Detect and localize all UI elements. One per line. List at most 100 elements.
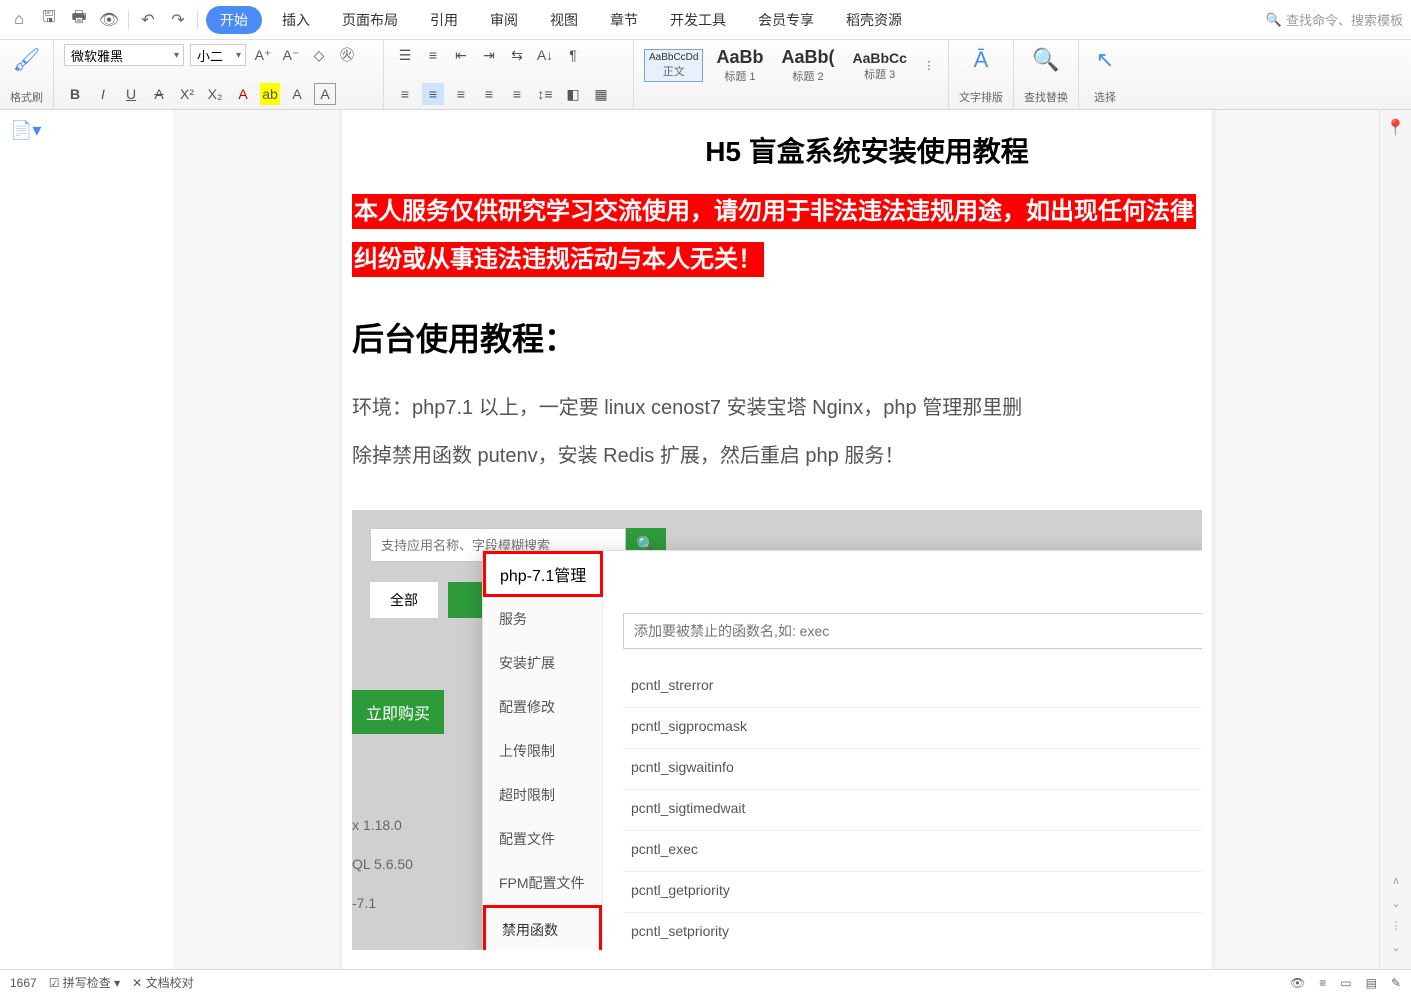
nav-config-file[interactable]: 配置文件 xyxy=(483,817,602,861)
shading-icon[interactable]: A xyxy=(286,83,308,105)
table-row: pcntl_sigtimedwait删除 xyxy=(623,790,1202,831)
fill-icon[interactable]: ◧ xyxy=(562,83,584,105)
justify-icon[interactable]: ≡ xyxy=(478,83,500,105)
bt-fn-input[interactable] xyxy=(623,613,1202,649)
tab-devtools[interactable]: 开发工具 xyxy=(658,4,738,36)
cursor-icon: ↖ xyxy=(1089,44,1121,76)
shrink-font-icon[interactable]: A⁻ xyxy=(280,44,302,66)
tab-view[interactable]: 视图 xyxy=(538,4,590,36)
format-painter-label: 格式刷 xyxy=(10,89,43,105)
find-replace-group[interactable]: 🔍 查找替换 xyxy=(1014,40,1079,109)
home-icon[interactable]: ⌂ xyxy=(8,9,30,31)
font-group: 微软雅黑 小二 A⁺ A⁻ ◇ ㊋ B I U A X² X₂ A ab A A xyxy=(54,40,384,109)
proof-status[interactable]: ✕ 文档校对 xyxy=(132,974,193,991)
outline-icon[interactable]: ≡ xyxy=(1319,976,1326,990)
align-right-icon[interactable]: ≡ xyxy=(450,83,472,105)
table-row: pcntl_sigprocmask删除 xyxy=(623,708,1202,749)
tab-start[interactable]: 开始 xyxy=(206,6,262,34)
bt-fn-table: pcntl_strerror删除 pcntl_sigprocmask删除 pcn… xyxy=(623,667,1202,950)
spellcheck-status[interactable]: ☑ 拼写检查 ▾ xyxy=(49,974,120,991)
grow-font-icon[interactable]: A⁺ xyxy=(252,44,274,66)
chevron-down-icon[interactable]: ⌄ xyxy=(1387,941,1405,959)
styles-group: AaBbCcDd 正文 AaBb 标题 1 AaBb( 标题 2 AaBbCc … xyxy=(634,40,949,109)
charbox-icon[interactable]: A xyxy=(314,83,336,105)
text-layout-group[interactable]: Ā 文字排版 xyxy=(949,40,1014,109)
style-body[interactable]: AaBbCcDd 正文 xyxy=(644,49,703,82)
bt-tab-all[interactable]: 全部 xyxy=(370,582,438,618)
nav-pane: 📄▾ xyxy=(0,110,175,969)
web-layout-icon[interactable]: ▤ xyxy=(1366,976,1377,990)
style-h1[interactable]: AaBb 标题 1 xyxy=(711,44,768,87)
distribute-icon[interactable]: ≡ xyxy=(506,83,528,105)
text-layout-icon: Ā xyxy=(965,44,997,76)
nav-extensions[interactable]: 安装扩展 xyxy=(483,641,602,685)
highlight-icon[interactable]: ab xyxy=(260,83,280,105)
bt-buy-button[interactable]: 立即购买 xyxy=(352,690,444,734)
command-search[interactable]: 🔍 查找命令、搜索模板 xyxy=(1266,10,1403,29)
undo-icon[interactable]: ↶ xyxy=(137,9,159,31)
nav-fpm-config[interactable]: FPM配置文件 xyxy=(483,861,602,905)
quickbar: ⌂ 🖫 🖶 👁 ↶ ↷ 开始 插入 页面布局 引用 审阅 视图 章节 开发工具 … xyxy=(0,0,1411,40)
italic-icon[interactable]: I xyxy=(92,83,114,105)
nav-timeout[interactable]: 超时限制 xyxy=(483,773,602,817)
reading-icon[interactable]: ▭ xyxy=(1340,976,1351,990)
tab-vip[interactable]: 会员专享 xyxy=(746,4,826,36)
tab-insert[interactable]: 插入 xyxy=(270,4,322,36)
edit-icon[interactable]: ✎ xyxy=(1391,976,1401,990)
bullets-icon[interactable]: ☰ xyxy=(394,44,416,66)
tab-pagelayout[interactable]: 页面布局 xyxy=(330,4,410,36)
font-family-select[interactable]: 微软雅黑 xyxy=(64,44,184,66)
chevron-down-icon[interactable]: ⌄ xyxy=(1387,897,1405,915)
eye-icon[interactable]: 👁 xyxy=(1290,976,1305,990)
nav-upload-limit[interactable]: 上传限制 xyxy=(483,729,602,773)
phonetic-icon[interactable]: ㊋ xyxy=(336,44,358,66)
tab-reference[interactable]: 引用 xyxy=(418,4,470,36)
numbering-icon[interactable]: ≡ xyxy=(422,44,444,66)
style-h2[interactable]: AaBb( 标题 2 xyxy=(776,44,839,87)
tab-chapter[interactable]: 章节 xyxy=(598,4,650,36)
redo-icon[interactable]: ↷ xyxy=(167,9,189,31)
clear-format-icon[interactable]: ◇ xyxy=(308,44,330,66)
document-icon[interactable]: 📄▾ xyxy=(10,120,41,140)
bt-modal: ✕ php-7.1管理 服务 安装扩展 配置修改 上传限制 超时限制 配置文件 … xyxy=(482,550,1202,950)
align-left-icon[interactable]: ≡ xyxy=(394,83,416,105)
font-color-icon[interactable]: A xyxy=(232,83,254,105)
page-number: 1667 xyxy=(10,976,37,990)
print-icon[interactable]: 🖶 xyxy=(68,9,90,31)
styles-more-icon[interactable]: ⋮ xyxy=(920,57,938,75)
select-group[interactable]: ↖ 选择 xyxy=(1079,40,1131,109)
tab-resources[interactable]: 稻壳资源 xyxy=(834,4,914,36)
location-icon[interactable]: 📍 xyxy=(1386,118,1406,138)
subscript-icon[interactable]: X₂ xyxy=(204,83,226,105)
find-replace-label: 查找替换 xyxy=(1024,89,1068,105)
superscript-icon[interactable]: X² xyxy=(176,83,198,105)
chevron-up-icon[interactable]: ʌ xyxy=(1387,875,1405,893)
nav-disabled-fn[interactable]: 禁用函数 xyxy=(483,905,602,950)
nav-config[interactable]: 配置修改 xyxy=(483,685,602,729)
select-label: 选择 xyxy=(1094,89,1116,105)
format-painter-icon[interactable]: 🖌 xyxy=(11,44,43,76)
underline-icon[interactable]: U xyxy=(120,83,142,105)
tab-icon[interactable]: ⇆ xyxy=(506,44,528,66)
style-h3[interactable]: AaBbCc 标题 3 xyxy=(847,47,911,85)
indent-icon[interactable]: ⇥ xyxy=(478,44,500,66)
font-size-select[interactable]: 小二 xyxy=(190,44,246,66)
align-center-icon[interactable]: ≡ xyxy=(422,83,444,105)
drag-handle-icon[interactable]: ⋮ xyxy=(1387,919,1405,937)
bold-icon[interactable]: B xyxy=(64,83,86,105)
tab-review[interactable]: 审阅 xyxy=(478,4,530,36)
paragraph-group: ☰ ≡ ⇤ ⇥ ⇆ A↓ ¶ ≡ ≡ ≡ ≡ ≡ ↕≡ ◧ ▦ xyxy=(384,40,634,109)
status-bar: 1667 ☑ 拼写检查 ▾ ✕ 文档校对 👁 ≡ ▭ ▤ ✎ xyxy=(0,969,1411,995)
border-icon[interactable]: ▦ xyxy=(590,83,612,105)
command-search-placeholder: 查找命令、搜索模板 xyxy=(1286,10,1403,29)
outdent-icon[interactable]: ⇤ xyxy=(450,44,472,66)
paragraph-mark-icon[interactable]: ¶ xyxy=(562,44,584,66)
strike-icon[interactable]: A xyxy=(148,83,170,105)
sort-icon[interactable]: A↓ xyxy=(534,44,556,66)
nav-service[interactable]: 服务 xyxy=(483,597,602,641)
format-painter-group: 🖌 格式刷 xyxy=(0,40,54,109)
right-toolbar: 📍 xyxy=(1379,110,1411,969)
linespacing-icon[interactable]: ↕≡ xyxy=(534,83,556,105)
preview-icon[interactable]: 👁 xyxy=(98,9,120,31)
save-icon[interactable]: 🖫 xyxy=(38,9,60,31)
